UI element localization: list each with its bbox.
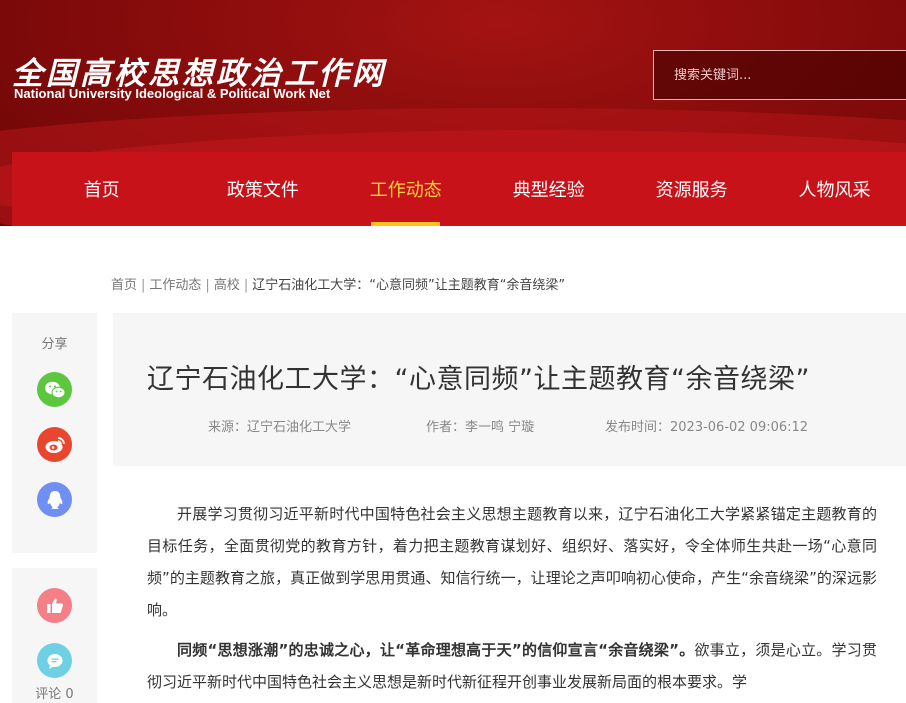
wechat-share-button[interactable] <box>37 372 72 407</box>
search-input[interactable] <box>674 67 894 83</box>
weibo-icon <box>45 436 65 453</box>
action-panel: 评论 0 <box>12 568 97 703</box>
article-paragraph: 同频“思想涨潮”的忠诚之心，让“革命理想高于天”的信仰宣言“余音绕梁”。欲事立，… <box>147 634 877 698</box>
comment-button[interactable] <box>37 643 72 678</box>
wechat-icon <box>44 381 65 398</box>
share-panel: 分享 <box>12 313 97 553</box>
qq-icon <box>47 490 62 509</box>
like-button[interactable] <box>37 588 72 623</box>
nav-item-news[interactable]: 工作动态 <box>334 152 477 226</box>
breadcrumb: 首页 | 工作动态 | 高校 | 辽宁石油化工大学：“心意同频”让主题教育“余音绕梁” <box>111 274 565 293</box>
article-header: 辽宁石油化工大学：“心意同频”让主题教育“余音绕梁” 来源：辽宁石油化工大学 作… <box>113 313 906 466</box>
breadcrumb-separator: | <box>141 278 146 293</box>
breadcrumb-current: 辽宁石油化工大学：“心意同频”让主题教育“余音绕梁” <box>252 278 566 293</box>
breadcrumb-link-news[interactable]: 工作动态 <box>149 278 201 293</box>
article-body: 开展学习贯彻习近平新时代中国特色社会主义思想主题教育以来，辽宁石油化工大学紧紧锚… <box>147 498 877 703</box>
article-source: 来源：辽宁石油化工大学 <box>208 420 352 435</box>
breadcrumb-separator: | <box>205 278 210 293</box>
article-author: 作者：李一鸣 宁璇 <box>426 420 535 435</box>
comment-count[interactable]: 评论 0 <box>35 683 73 702</box>
article-paragraph-highlight: 同频“思想涨潮”的忠诚之心，让“革命理想高于天”的信仰宣言“余音绕梁”。 <box>177 641 695 659</box>
site-logo-english[interactable]: National University Ideological & Politi… <box>14 86 330 101</box>
article-publish-time: 发布时间：2023-06-02 09:06:12 <box>605 420 809 435</box>
like-icon <box>46 598 63 613</box>
nav-item-experience[interactable]: 典型经验 <box>477 152 620 226</box>
breadcrumb-link-university[interactable]: 高校 <box>214 278 240 293</box>
nav-item-home[interactable]: 首页 <box>12 152 191 226</box>
article-title: 辽宁石油化工大学：“心意同频”让主题教育“余音绕梁” <box>147 364 810 395</box>
weibo-share-button[interactable] <box>37 427 72 462</box>
nav-item-resources[interactable]: 资源服务 <box>620 152 763 226</box>
breadcrumb-link-home[interactable]: 首页 <box>111 278 137 293</box>
breadcrumb-separator: | <box>243 278 249 293</box>
nav-item-policy[interactable]: 政策文件 <box>191 152 334 226</box>
article-paragraph: 开展学习贯彻习近平新时代中国特色社会主义思想主题教育以来，辽宁石油化工大学紧紧锚… <box>147 505 877 619</box>
search-box[interactable] <box>653 50 906 100</box>
main-nav: 首页 政策文件 工作动态 典型经验 资源服务 人物风采 <box>12 152 906 226</box>
share-label: 分享 <box>41 337 68 352</box>
qq-share-button[interactable] <box>37 482 72 517</box>
nav-item-people[interactable]: 人物风采 <box>763 152 906 226</box>
comment-icon <box>47 653 62 669</box>
